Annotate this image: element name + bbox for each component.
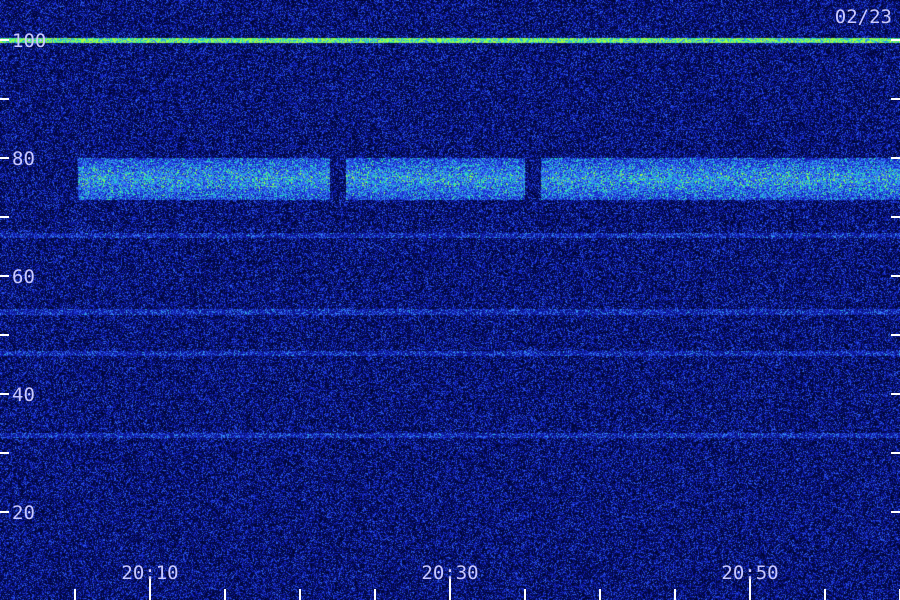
date-label: 02/23 (835, 6, 892, 28)
y-tick-label: 80 (12, 148, 35, 170)
y-tick-label: 40 (12, 384, 35, 406)
y-tick-label: 20 (12, 502, 35, 524)
spectrogram-chart: 20 40 60 80 100 20:10 20:30 20:50 02/23 (0, 0, 900, 600)
x-tick-label: 20:30 (421, 562, 478, 584)
y-tick-label: 60 (12, 266, 35, 288)
y-axis: 20 40 60 80 100 (0, 30, 900, 524)
chart-axes-overlay: 20 40 60 80 100 20:10 20:30 20:50 02/23 (0, 6, 900, 600)
x-axis: 20:10 20:30 20:50 (74, 562, 900, 600)
y-tick-label: 100 (12, 30, 46, 52)
x-tick-label: 20:10 (121, 562, 178, 584)
x-tick-label: 20:50 (721, 562, 778, 584)
